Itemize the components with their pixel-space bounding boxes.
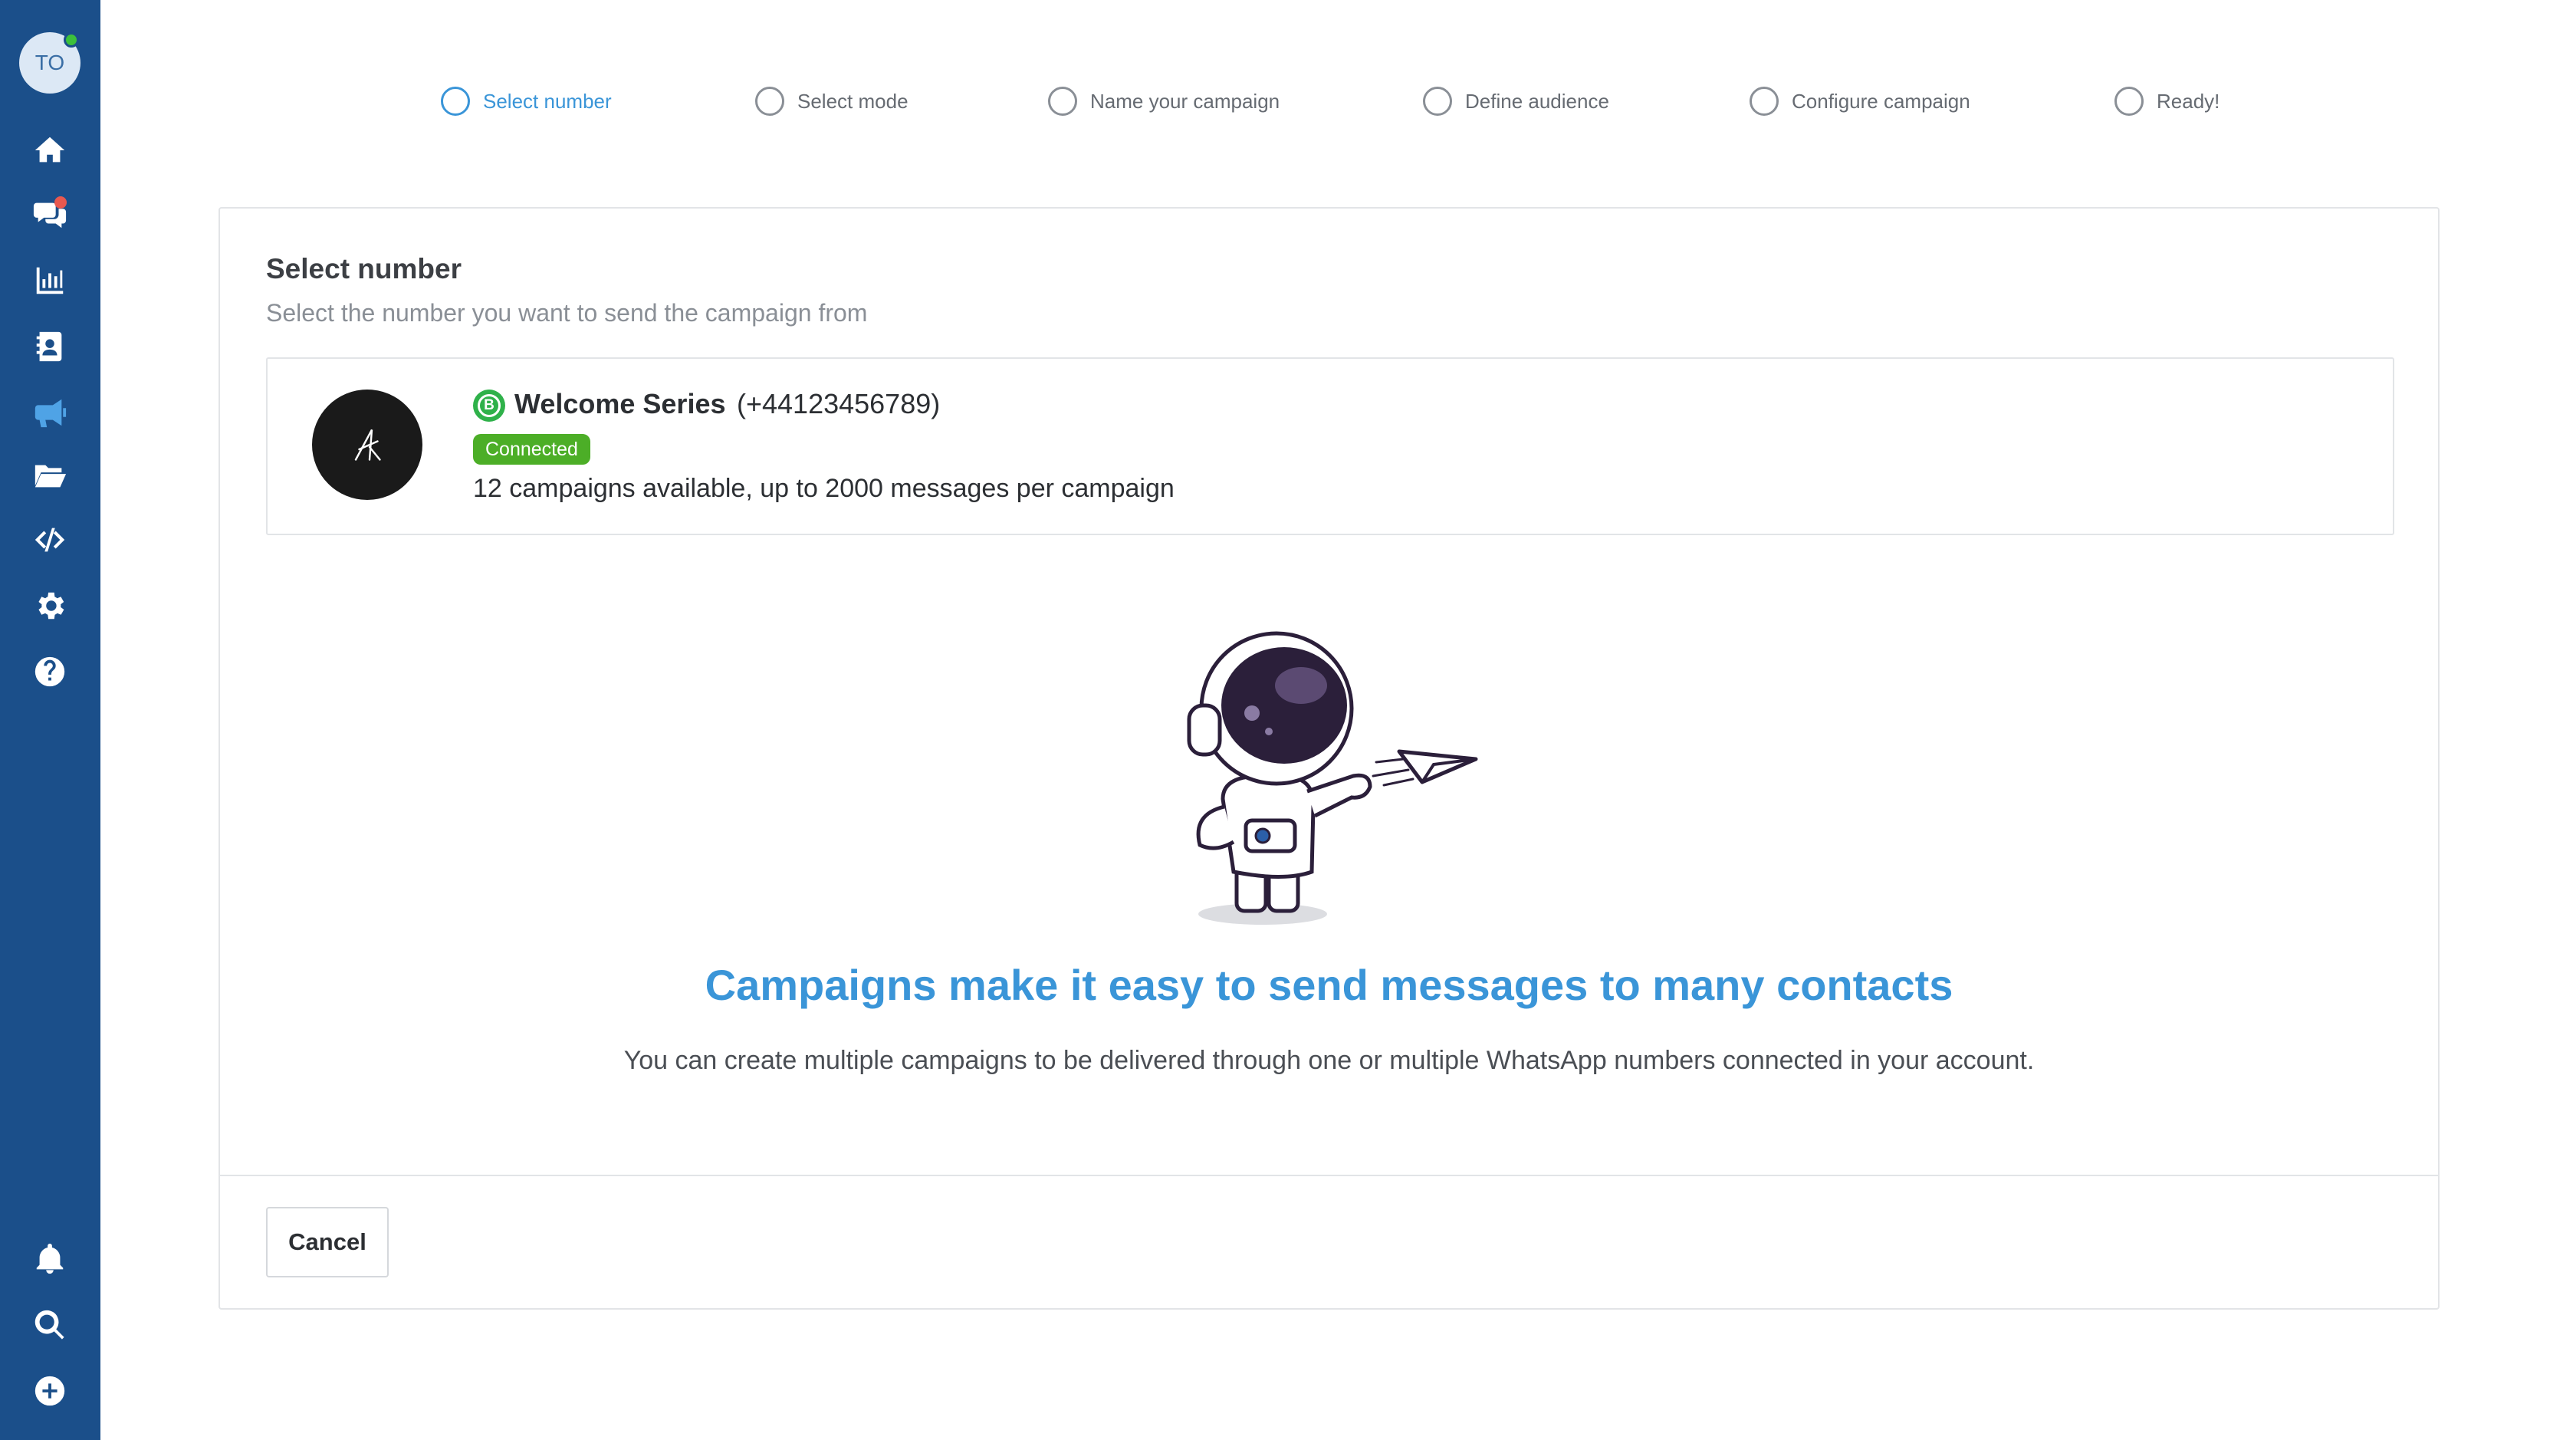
notification-badge bbox=[54, 196, 67, 209]
step-circle-icon bbox=[1048, 87, 1077, 116]
step-select-mode[interactable]: Select mode bbox=[755, 82, 909, 120]
home-icon[interactable] bbox=[27, 127, 73, 173]
step-circle-icon bbox=[1750, 87, 1779, 116]
help-circle-icon[interactable] bbox=[27, 649, 73, 695]
step-configure-campaign[interactable]: Configure campaign bbox=[1750, 82, 1970, 120]
bar-chart-icon[interactable] bbox=[27, 258, 73, 304]
sidebar: TO bbox=[0, 0, 100, 1440]
astronaut-illustration bbox=[1169, 623, 1552, 929]
chat-bubbles-icon[interactable] bbox=[27, 192, 73, 238]
step-label: Name your campaign bbox=[1090, 89, 1280, 113]
step-name-campaign[interactable]: Name your campaign bbox=[1048, 82, 1280, 120]
step-circle-icon bbox=[2114, 87, 2144, 116]
step-circle-icon bbox=[1423, 87, 1452, 116]
promo-heading: Campaigns make it easy to send messages … bbox=[705, 961, 1953, 1009]
step-label: Ready! bbox=[2157, 89, 2220, 113]
megaphone-icon[interactable] bbox=[27, 390, 73, 436]
code-icon[interactable] bbox=[27, 517, 73, 563]
search-icon[interactable] bbox=[27, 1302, 73, 1348]
plus-circle-icon[interactable] bbox=[27, 1368, 73, 1414]
step-label: Define audience bbox=[1465, 89, 1609, 113]
user-avatar[interactable]: TO bbox=[19, 32, 80, 94]
cancel-button[interactable]: Cancel bbox=[266, 1207, 389, 1277]
number-option[interactable]: B Welcome Series (+44123456789) Connecte… bbox=[266, 357, 2394, 535]
online-status-dot bbox=[64, 32, 79, 48]
promo-text: You can create multiple campaigns to be … bbox=[623, 1046, 2035, 1075]
bell-icon[interactable] bbox=[27, 1236, 73, 1282]
step-label: Select mode bbox=[797, 89, 909, 113]
step-ready[interactable]: Ready! bbox=[2114, 82, 2220, 120]
campaign-stepper: Select number Select mode Name your camp… bbox=[441, 82, 2235, 120]
step-select-number[interactable]: Select number bbox=[441, 82, 612, 120]
step-circle-icon bbox=[755, 87, 784, 116]
step-label: Configure campaign bbox=[1792, 89, 1970, 113]
contacts-icon[interactable] bbox=[27, 324, 73, 370]
folder-open-icon[interactable] bbox=[27, 452, 73, 498]
card-subtitle: Select the number you want to send the c… bbox=[266, 299, 868, 327]
card-title: Select number bbox=[266, 253, 462, 284]
gear-icon[interactable] bbox=[27, 583, 73, 629]
number-description: 12 campaigns available, up to 2000 messa… bbox=[473, 474, 1175, 503]
step-circle-icon bbox=[441, 87, 470, 116]
step-define-audience[interactable]: Define audience bbox=[1423, 82, 1609, 120]
number-logo-icon bbox=[312, 390, 422, 500]
number-phone: (+44123456789) bbox=[737, 388, 941, 419]
card-footer-divider bbox=[220, 1175, 2438, 1176]
number-name: Welcome Series bbox=[514, 388, 726, 419]
business-badge-letter: B bbox=[478, 394, 501, 417]
connected-status-badge: Connected bbox=[473, 434, 590, 465]
avatar-initials: TO bbox=[34, 51, 65, 74]
whatsapp-business-icon: B bbox=[473, 390, 505, 422]
step-label: Select number bbox=[483, 89, 612, 113]
select-number-card: Select number Select the number you want… bbox=[219, 207, 2440, 1310]
